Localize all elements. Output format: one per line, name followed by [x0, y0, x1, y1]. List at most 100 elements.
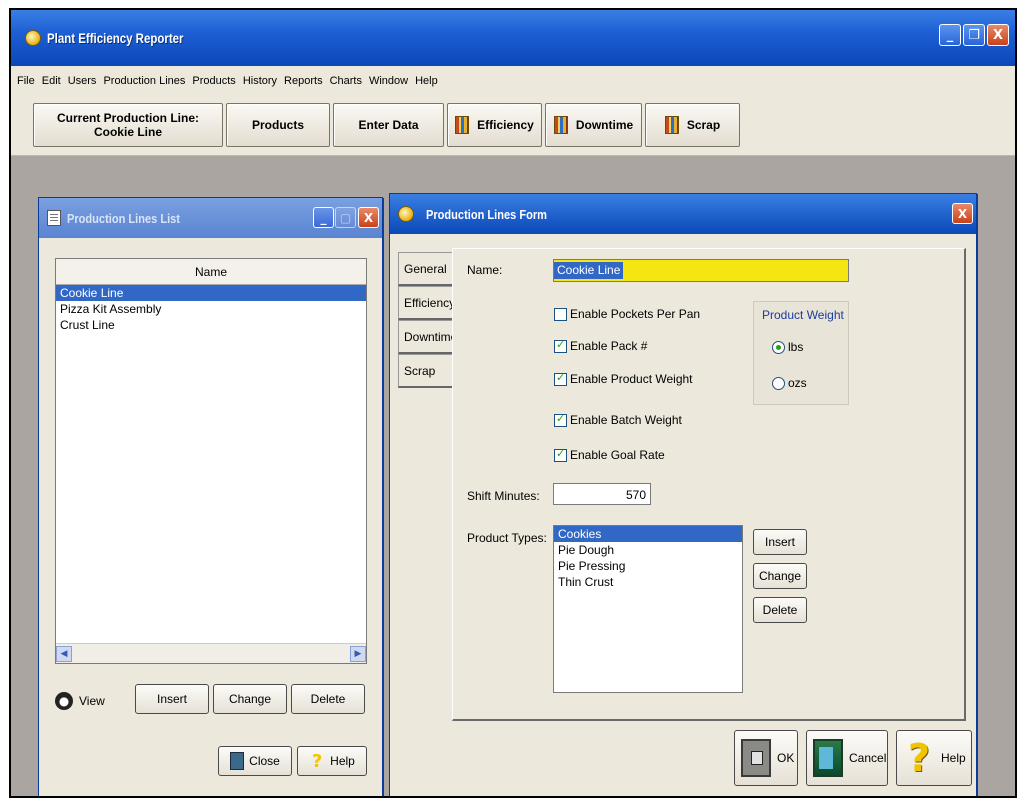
close-button[interactable]: X	[987, 24, 1009, 46]
checkbox-label: Enable Batch Weight	[570, 413, 682, 427]
scrap-button[interactable]: Scrap	[645, 103, 740, 147]
ok-button[interactable]: OK	[734, 730, 798, 786]
enable-product-weight-checkbox[interactable]: Enable Product Weight	[554, 371, 693, 386]
menu-products[interactable]: Products	[192, 75, 235, 87]
minimize-button[interactable]: _	[939, 24, 961, 46]
menu-reports[interactable]: Reports	[284, 75, 323, 87]
scroll-left-icon[interactable]: ◀	[56, 645, 72, 662]
radio-icon	[772, 376, 785, 390]
menu-charts[interactable]: Charts	[330, 75, 362, 87]
view-control[interactable]: View	[55, 692, 105, 710]
checkbox-icon	[554, 307, 567, 321]
help-list-button[interactable]: ? Help	[297, 746, 367, 776]
help-button[interactable]: ? Help	[896, 730, 972, 786]
app-icon	[25, 30, 41, 46]
production-lines-listview[interactable]: Name Cookie Line Pizza Kit Assembly Crus…	[55, 258, 367, 664]
enter-data-label: Enter Data	[358, 118, 419, 132]
production-lines-form-window: Production Lines Form X General Efficien…	[389, 193, 977, 796]
list-window-titlebar: Production Lines List _ ▢ X	[39, 198, 382, 238]
insert-label: Insert	[156, 692, 187, 706]
product-types-list[interactable]: Cookies Pie Dough Pie Pressing Thin Crus…	[553, 525, 743, 693]
list-item[interactable]: Cookie Line	[56, 285, 366, 301]
product-type-change-button[interactable]: Change	[753, 563, 807, 589]
downtime-label: Downtime	[575, 118, 634, 132]
list-item[interactable]: Pizza Kit Assembly	[56, 301, 366, 317]
current-line-button[interactable]: Current Production Line: Cookie Line	[33, 103, 223, 147]
enable-batch-weight-checkbox[interactable]: Enable Batch Weight	[554, 412, 682, 427]
downtime-button[interactable]: Downtime	[545, 103, 642, 147]
tab-general[interactable]: General	[398, 252, 452, 286]
close-list-button[interactable]: Close	[218, 746, 292, 776]
ok-label: OK	[777, 751, 795, 765]
tab-downtime[interactable]: Downtime	[398, 320, 457, 354]
menu-history[interactable]: History	[243, 75, 277, 87]
form-window-titlebar: Production Lines Form X	[390, 194, 976, 234]
scroll-right-icon[interactable]: ▶	[350, 645, 366, 662]
delete-button[interactable]: Delete	[291, 684, 365, 714]
product-type-delete-button[interactable]: Delete	[753, 597, 807, 623]
insert-button[interactable]: Insert	[135, 684, 209, 714]
list-item[interactable]: Pie Pressing	[554, 558, 742, 574]
efficiency-label: Efficiency	[477, 118, 534, 132]
radio-lbs[interactable]: lbs	[772, 340, 803, 354]
list-minimize-button[interactable]: _	[313, 207, 334, 228]
question-mark-icon: ?	[907, 736, 931, 780]
menu-help[interactable]: Help	[415, 75, 438, 87]
books-icon	[455, 116, 470, 134]
checkbox-label: Enable Pockets Per Pan	[570, 307, 701, 321]
list-item[interactable]: Crust Line	[56, 317, 366, 333]
list-maximize-button[interactable]: ▢	[335, 207, 356, 228]
products-button[interactable]: Products	[226, 103, 330, 147]
shift-minutes-input[interactable]: 570	[553, 483, 651, 505]
current-line-value: Cookie Line	[93, 125, 162, 139]
checkbox-checked-icon	[554, 447, 567, 462]
efficiency-button[interactable]: Efficiency	[447, 103, 542, 147]
cancel-icon	[813, 739, 843, 777]
tab-efficiency[interactable]: Efficiency	[398, 286, 455, 320]
menu-edit[interactable]: Edit	[42, 75, 61, 87]
list-item[interactable]: Cookies	[554, 526, 742, 542]
shift-minutes-label: Shift Minutes:	[467, 489, 540, 503]
general-tab-panel: Name: Cookie Line Enable Pockets Per Pan…	[452, 248, 966, 721]
list-item[interactable]: Thin Crust	[554, 574, 742, 590]
menu-file[interactable]: File	[17, 75, 35, 87]
product-type-insert-button[interactable]: Insert	[753, 529, 807, 555]
change-button[interactable]: Change	[213, 684, 287, 714]
document-icon	[47, 210, 61, 226]
tab-scrap[interactable]: Scrap	[398, 354, 452, 388]
form-close-button[interactable]: X	[952, 203, 973, 224]
radio-label: lbs	[788, 340, 804, 354]
product-weight-title: Product Weight	[762, 308, 844, 322]
change-label: Change	[228, 692, 272, 706]
cancel-button[interactable]: Cancel	[806, 730, 888, 786]
enable-goal-rate-checkbox[interactable]: Enable Goal Rate	[554, 447, 665, 462]
checkbox-checked-icon	[554, 412, 567, 427]
enable-pack-checkbox[interactable]: Enable Pack #	[554, 338, 648, 353]
close-label: Close	[249, 754, 280, 768]
enter-data-button[interactable]: Enter Data	[333, 103, 444, 147]
checkbox-label: Enable Pack #	[570, 339, 648, 353]
help-label: Help	[941, 751, 966, 765]
checkbox-checked-icon	[554, 371, 567, 386]
list-item[interactable]: Pie Dough	[554, 542, 742, 558]
products-label: Products	[251, 118, 304, 132]
change-label: Change	[758, 569, 802, 583]
horizontal-scrollbar[interactable]: ◀ ▶	[56, 643, 366, 663]
window-controls: _ ❐ X	[939, 24, 1009, 46]
name-label: Name:	[467, 263, 503, 277]
form-window-title: Production Lines Form	[426, 206, 547, 222]
menu-users[interactable]: Users	[68, 75, 97, 87]
restore-button[interactable]: ❐	[963, 24, 985, 46]
name-input[interactable]: Cookie Line	[553, 259, 849, 282]
product-weight-group: Product Weight lbs ozs	[753, 301, 849, 405]
checkbox-label: Enable Goal Rate	[570, 448, 665, 462]
list-close-button[interactable]: X	[358, 207, 379, 228]
column-header-name[interactable]: Name	[56, 259, 366, 285]
menu-window[interactable]: Window	[369, 75, 408, 87]
enable-pockets-per-pan-checkbox[interactable]: Enable Pockets Per Pan	[554, 307, 700, 321]
app-window: Plant Efficiency Reporter _ ❐ X File Edi…	[9, 8, 1017, 798]
scrap-label: Scrap	[686, 118, 721, 132]
menu-production-lines[interactable]: Production Lines	[103, 75, 185, 87]
question-mark-icon: ?	[311, 750, 323, 772]
radio-ozs[interactable]: ozs	[772, 376, 807, 390]
